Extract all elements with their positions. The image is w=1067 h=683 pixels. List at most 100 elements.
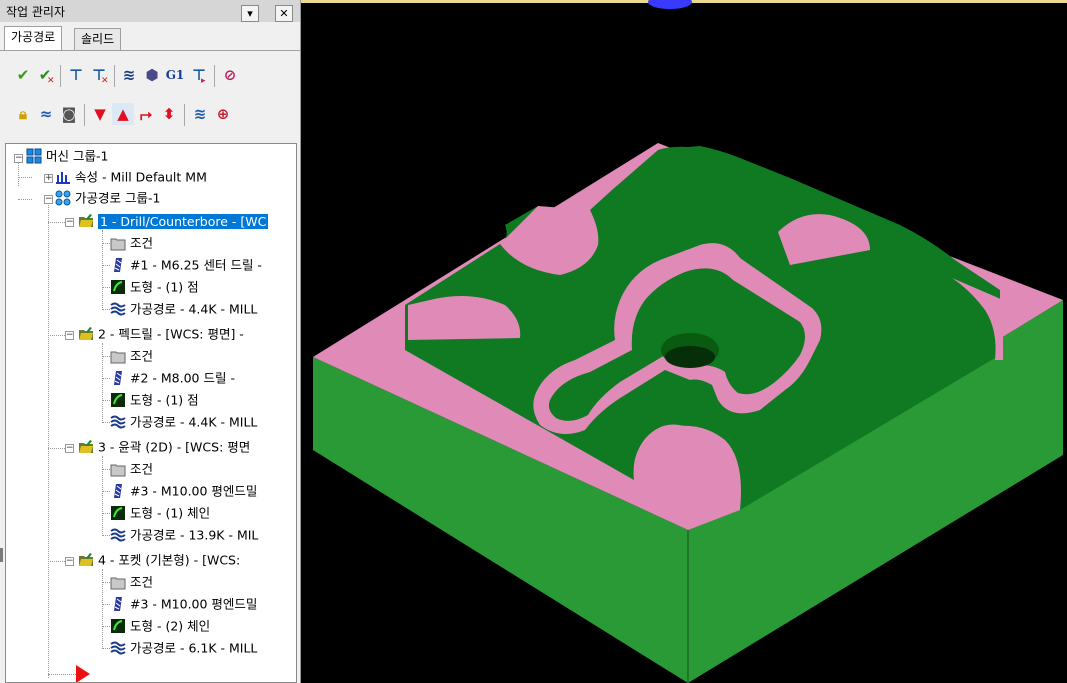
tree-connector [48,674,76,675]
tree-connector [102,265,110,266]
pin-dropdown-button[interactable]: ▾ [241,5,259,22]
tree-item-toolpath[interactable]: 가공경로 - 13.9K - MIL [110,525,258,545]
panel-titlebar: 작업 관리자 ▾ ✕ [0,0,300,22]
select-invalid-check-icon[interactable]: ✔ ✕ [34,64,56,86]
expand-toolpath-group[interactable]: − [44,195,53,204]
toolpath-icon [110,528,126,541]
show-geometry-icon[interactable]: ⊕ [212,103,234,125]
tree-item-label: #3 - M10.00 평엔드밀 [130,483,258,499]
graphics-viewport[interactable] [301,0,1067,683]
parameters-folder-icon [110,351,126,363]
expand-machine-group[interactable]: − [14,154,23,163]
tree-item-label: 4 - 포켓 (기본형) - [WCS: [98,552,241,568]
tree-connector [102,230,103,310]
tree-item-label: 조건 [130,235,154,251]
geometry-icon [111,505,125,520]
tree-connector [102,456,103,536]
tree-item-geometry[interactable]: 도형 - (1) 점 [110,277,199,297]
tree-item-label: 1 - Drill/Counterbore - [WC [98,213,269,229]
tree-item-geometry[interactable]: 도형 - (2) 체인 [110,616,210,636]
toggle-posting-icon[interactable]: ◙ [58,103,80,125]
tree-item-tool[interactable]: #1 - M6.25 센터 드릴 - [110,255,262,275]
tree-item-parameters[interactable]: 조건 [110,572,153,592]
show-selected-toolpaths-icon[interactable]: ≋ [189,103,211,125]
scroll-to-insert-icon[interactable]: ⬍ [158,103,180,125]
regenerate-dirty-icon[interactable]: ⊤ ✕ [88,64,110,86]
toolbar-separator [214,65,215,87]
tree-item-operation-1[interactable]: 1 - Drill/Counterbore - [WC [78,211,269,231]
move-up-icon[interactable]: ▲ [112,103,134,125]
tree-item-label: #2 - M8.00 드릴 - [130,370,235,386]
tree-connector [102,491,110,492]
machine-group-icon [26,148,42,163]
expand-operation-3[interactable]: − [65,444,74,453]
tab-solids[interactable]: 솔리드 [74,28,122,50]
tree-item-label: 머신 그룹-1 [46,148,109,164]
tab-toolpaths[interactable]: 가공경로 [4,26,63,50]
panel-title: 작업 관리자 [6,5,66,19]
geometry-icon [111,618,125,633]
close-panel-button[interactable]: ✕ [275,5,293,22]
expand-operation-1[interactable]: − [65,218,74,227]
geometry-icon [111,279,125,294]
tree-item-geometry[interactable]: 도형 - (1) 점 [110,390,199,410]
tree-connector [102,243,110,244]
regenerate-all-icon[interactable]: ⊤ [65,64,87,86]
tree-item-tool[interactable]: #3 - M10.00 평엔드밀 [110,481,257,501]
tree-item-label: 도형 - (1) 체인 [130,505,211,521]
tree-item-label: 속성 - Mill Default MM [75,169,207,185]
operation-folder-icon [79,326,93,340]
tree-item-label: 도형 - (1) 점 [130,279,199,295]
lock-icon[interactable]: 🔒︎ [12,103,34,125]
select-all-check-icon[interactable]: ✔ [12,64,34,86]
tree-item-operation-2[interactable]: 2 - 펙드릴 - [WCS: 평면] - [78,324,244,344]
insert-arrow-icon[interactable]: ⮣ [135,103,157,125]
toggle-toolpath-icon[interactable]: ≈ [35,103,57,125]
operations-tree: − 머신 그룹-1 + 속성 - Mill Default MM − 가공경로 … [5,143,297,683]
tree-connector [102,513,110,514]
delete-operations-icon[interactable]: ⊘ [219,64,241,86]
verify-solid-icon[interactable]: ⬢ [141,64,163,86]
tree-item-properties[interactable]: 속성 - Mill Default MM [55,167,207,187]
toolpath-icon [110,415,126,428]
tree-connector [102,343,103,423]
operations-manager-panel: 작업 관리자 ▾ ✕ 가공경로 솔리드 ✔ ✔ ✕ ⊤ ⊤ ✕ ≋ ⬢ G1 ⊤ ▸ … [0,0,301,683]
tree-connector [18,199,32,200]
tree-item-tool[interactable]: #3 - M10.00 평엔드밀 [110,594,257,614]
tree-item-geometry[interactable]: 도형 - (1) 체인 [110,503,210,523]
expand-operation-2[interactable]: − [65,331,74,340]
tree-item-label: 2 - 펙드릴 - [WCS: 평면] - [98,326,244,342]
tree-connector [48,561,65,562]
expand-operation-4[interactable]: − [65,557,74,566]
insert-position-arrow-icon[interactable] [74,664,92,683]
highfeed-icon[interactable]: ⊤ ▸ [188,64,210,86]
tree-item-operation-3[interactable]: 3 - 윤곽 (2D) - [WCS: 평면 [78,437,250,457]
tree-connector [48,448,65,449]
tree-item-toolpath[interactable]: 가공경로 - 6.1K - MILL [110,638,257,658]
expand-properties[interactable]: + [44,174,53,183]
tool-icon [114,257,122,272]
tree-item-machine-group[interactable]: 머신 그룹-1 [26,146,108,166]
backplot-icon[interactable]: ≋ [118,64,140,86]
tree-item-label: 가공경로 - 6.1K - MILL [130,640,258,656]
tree-connector [102,626,110,627]
toolbar-separator [114,65,115,87]
toolbar-separator [84,104,85,126]
post-gcode-icon[interactable]: G1 [164,64,186,86]
tree-item-toolpath-group[interactable]: 가공경로 그룹-1 [55,188,160,208]
tool-icon [114,370,122,385]
properties-icon [56,171,70,184]
tree-item-parameters[interactable]: 조건 [110,459,153,479]
tree-item-parameters[interactable]: 조건 [110,233,153,253]
tree-item-toolpath[interactable]: 가공경로 - 4.4K - MILL [110,299,257,319]
tree-item-label: 도형 - (2) 체인 [130,618,211,634]
tree-item-parameters[interactable]: 조건 [110,346,153,366]
tree-item-operation-4[interactable]: 4 - 포켓 (기본형) - [WCS: [78,550,240,570]
move-down-icon[interactable]: ▼ [89,103,111,125]
splitter-handle[interactable] [0,548,3,562]
tree-item-toolpath[interactable]: 가공경로 - 4.4K - MILL [110,412,257,432]
tree-connector [102,400,110,401]
tree-item-tool[interactable]: #2 - M8.00 드릴 - [110,368,235,388]
tree-connector [102,604,110,605]
operation-folder-icon [79,213,93,227]
